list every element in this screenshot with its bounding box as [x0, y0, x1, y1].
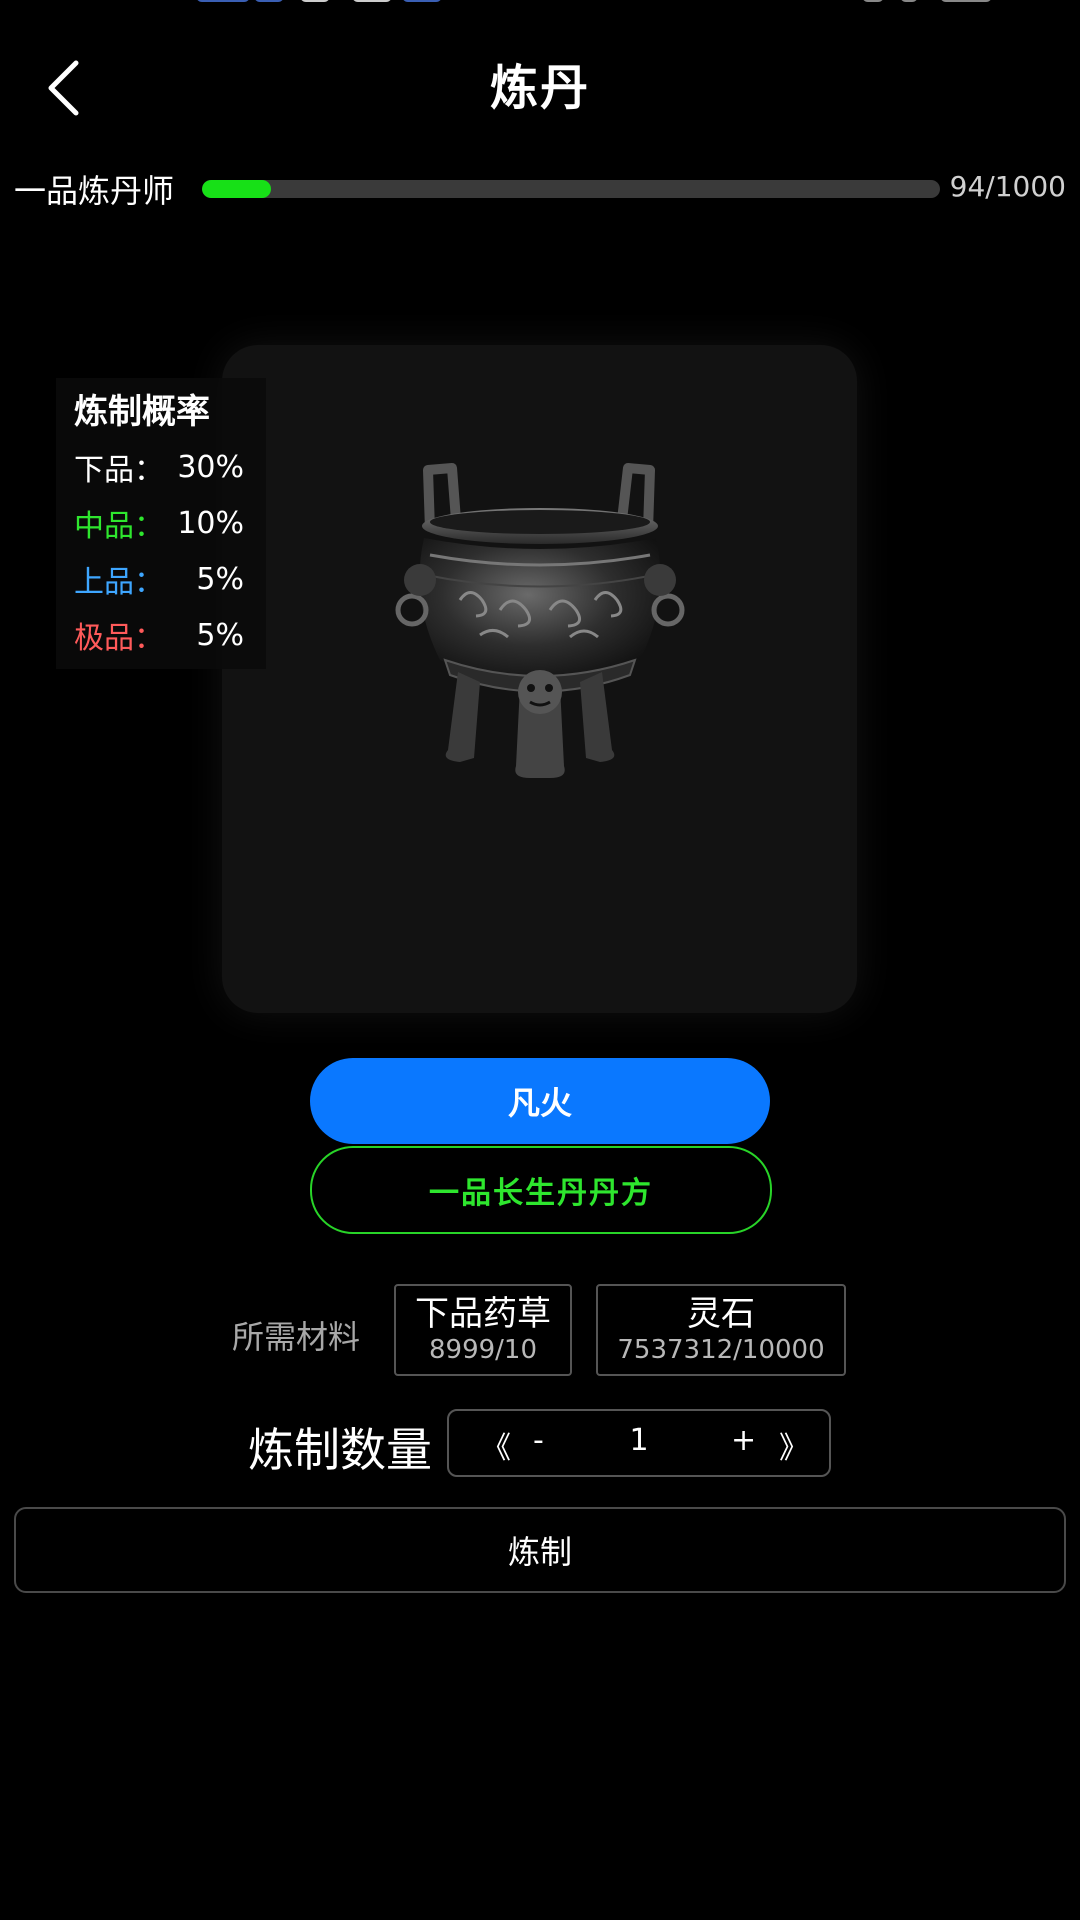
- quantity-stepper: 《 - 1 + 》: [447, 1409, 831, 1477]
- quantity-max-button[interactable]: 》: [779, 1423, 809, 1467]
- grade-probability: 5%: [196, 617, 244, 653]
- fire-select-button[interactable]: 凡火: [310, 1058, 770, 1144]
- quantity-label: 炼制数量: [248, 1423, 432, 1477]
- bronze-cauldron-image: [395, 463, 684, 778]
- material-count: 7537312/10000: [617, 1335, 825, 1365]
- grade-name: 中品：: [74, 509, 164, 544]
- exp-progress-text: 94/1000: [949, 170, 1066, 203]
- quantity-value[interactable]: 1: [449, 1423, 829, 1458]
- material-count: 8999/10: [428, 1335, 537, 1365]
- materials-label: 所需材料: [232, 1318, 361, 1356]
- alchemist-level-label: 一品炼丹师: [14, 172, 175, 210]
- exp-progress-bar: [202, 180, 940, 198]
- exp-progress-fill: [202, 180, 272, 198]
- quantity-increment-button[interactable]: +: [731, 1423, 756, 1458]
- status-icon: [402, 0, 442, 2]
- material-item: 下品药草 8999/10: [394, 1284, 572, 1376]
- status-icon: [300, 0, 330, 2]
- probability-row: 上品： 5%: [74, 551, 256, 607]
- grade-probability: 5%: [196, 561, 244, 597]
- status-icon: [254, 0, 284, 2]
- probability-row: 中品： 10%: [74, 495, 256, 551]
- refine-probability-panel: 炼制概率 下品： 30% 中品： 10% 上品： 5% 极品： 5%: [56, 378, 266, 669]
- grade-name: 极品：: [74, 621, 164, 656]
- status-icon: [862, 0, 884, 2]
- battery-icon: [940, 0, 992, 2]
- probability-row: 极品： 5%: [74, 607, 256, 663]
- grade-name: 下品：: [74, 453, 164, 488]
- status-icon: [352, 0, 392, 2]
- material-name: 灵石: [687, 1294, 755, 1334]
- status-icon: [196, 0, 250, 2]
- refine-button[interactable]: 炼制: [14, 1507, 1066, 1593]
- probability-title: 炼制概率: [74, 392, 210, 432]
- grade-probability: 30%: [177, 449, 244, 485]
- recipe-select-button[interactable]: 一品长生丹丹方: [310, 1146, 772, 1234]
- status-bar: [0, 0, 1080, 6]
- material-item: 灵石 7537312/10000: [596, 1284, 846, 1376]
- probability-row: 下品： 30%: [74, 439, 256, 495]
- material-name: 下品药草: [415, 1294, 551, 1334]
- grade-probability: 10%: [177, 505, 244, 541]
- status-icon: [900, 0, 918, 2]
- page-title: 炼丹: [489, 60, 590, 116]
- cauldron-card: [222, 345, 857, 1013]
- grade-name: 上品：: [74, 565, 164, 600]
